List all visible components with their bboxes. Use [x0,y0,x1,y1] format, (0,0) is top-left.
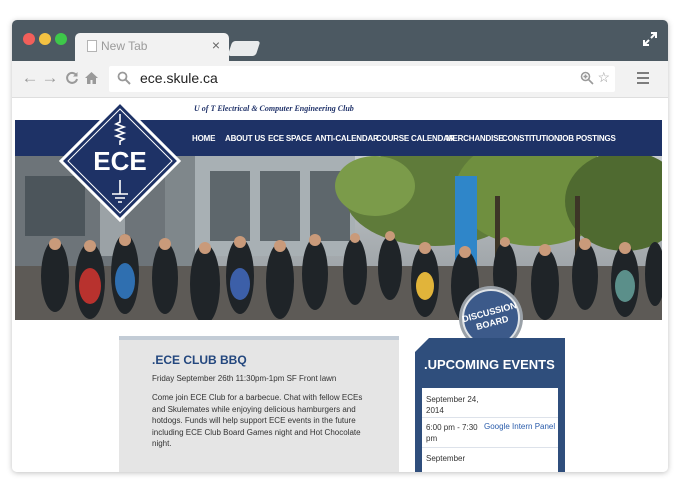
event-link[interactable]: Google Intern Panel [484,422,555,431]
browser-tab[interactable]: New Tab × [75,33,229,61]
nav-anti-calendar[interactable]: ANTI-CALENDAR [315,134,379,143]
reload-icon[interactable] [63,68,81,88]
event-date: September 24, 2014 [426,395,479,415]
bookmark-star-icon[interactable]: ☆ [597,69,610,86]
post-title[interactable]: .ECE CLUB BBQ [152,353,247,367]
upcoming-events-panel: .UPCOMING EVENTS September 24, 2014 6:00… [415,338,565,472]
back-icon[interactable]: ← [21,68,39,88]
nav-course-calendar[interactable]: COURSE CALENDAR [376,134,455,143]
club-title: U of T Electrical & Computer Engineering… [194,104,354,113]
home-icon[interactable] [82,68,100,88]
nav-about-us[interactable]: ABOUT US [225,134,265,143]
address-bar[interactable]: ece.skule.ca ☆ [109,66,615,92]
close-window-button[interactable] [23,33,35,45]
page-viewport: U of T Electrical & Computer Engineering… [12,98,668,472]
nav-job-postings[interactable]: JOB POSTINGS [558,134,616,143]
events-title: .UPCOMING EVENTS [424,357,555,372]
events-list: September 24, 2014 6:00 pm - 7:30 pm Goo… [422,388,558,472]
event-divider [422,447,558,448]
ece-logo[interactable]: ECE [59,100,181,222]
nav-ece-space[interactable]: ECE SPACE [268,134,312,143]
logo-text: ECE [93,146,146,176]
fullscreen-icon[interactable] [642,31,658,47]
nav-constitution[interactable]: CONSTITUTION [502,134,560,143]
browser-window: New Tab × ← → ece.skule.ca ☆ U of T Elec… [12,20,668,472]
menu-icon[interactable] [637,72,649,84]
browser-toolbar: ← → ece.skule.ca ☆ [12,61,668,98]
post-date: Friday September 26th 11:30pm-1pm SF Fro… [152,374,337,383]
zoom-icon[interactable] [580,71,594,85]
url-text[interactable]: ece.skule.ca [140,70,218,86]
events-panel-notch [415,338,429,352]
forward-icon[interactable]: → [41,68,59,88]
post-panel: .ECE CLUB BBQ Friday September 26th 11:3… [119,336,399,472]
tab-title: New Tab [101,39,148,53]
event-time: 6:00 pm - 7:30 pm [426,423,478,443]
event-date: September [426,454,466,463]
minimize-window-button[interactable] [39,33,51,45]
event-divider [422,417,558,418]
title-bar: New Tab × [12,20,668,61]
nav-home[interactable]: HOME [192,134,215,143]
search-icon [117,71,131,85]
nav-merchandise[interactable]: MERCHANDISE [446,134,504,143]
maximize-window-button[interactable] [55,33,67,45]
new-tab-button[interactable] [227,41,261,56]
tab-close-icon[interactable]: × [212,38,220,52]
post-body: Come join ECE Club for a barbecue. Chat … [152,393,363,448]
page-icon [87,40,97,52]
